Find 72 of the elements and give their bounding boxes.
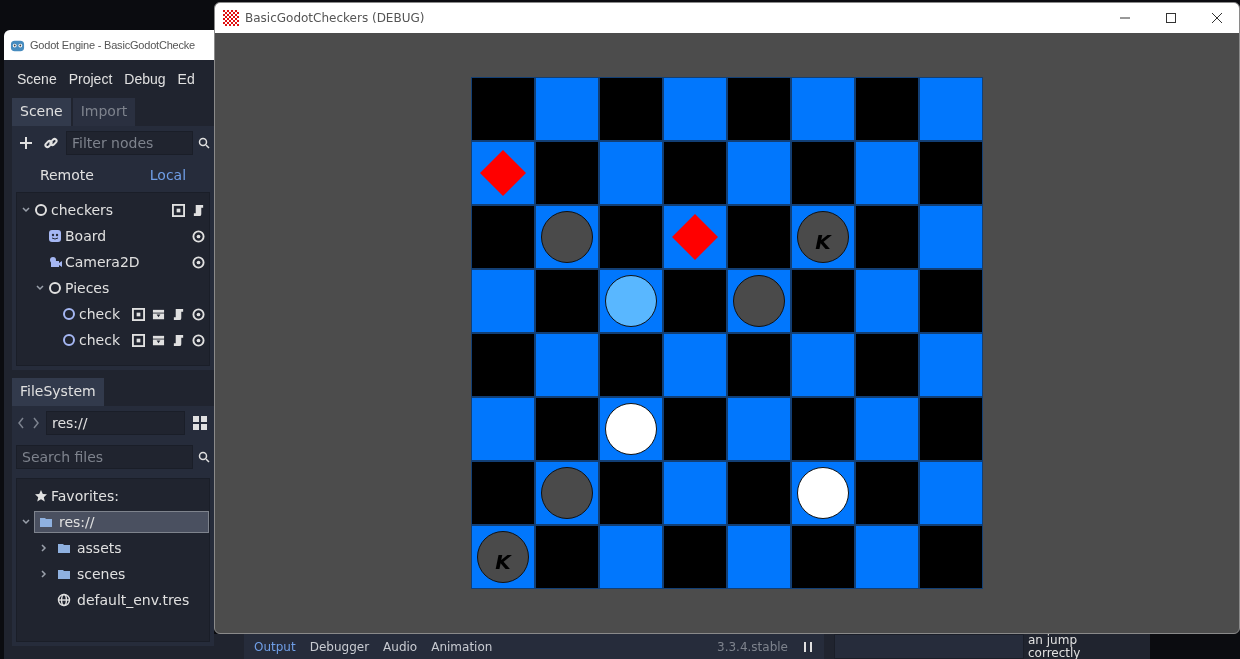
camera-icon xyxy=(48,255,62,269)
script-icon[interactable] xyxy=(172,333,185,347)
grid-view-icon[interactable] xyxy=(192,415,208,431)
menu-item[interactable]: Scene xyxy=(12,67,62,91)
close-icon[interactable] xyxy=(1211,12,1223,24)
node-icon xyxy=(62,333,76,347)
window-title: BasicGodotCheckers (DEBUG) xyxy=(245,11,425,25)
bottom-tab[interactable]: Debugger xyxy=(309,639,370,654)
eye-icon[interactable] xyxy=(192,333,205,347)
clapper-icon[interactable] xyxy=(152,333,165,347)
code-line: correctly xyxy=(1028,646,1081,659)
tilemap-icon xyxy=(48,229,62,243)
script-icon[interactable] xyxy=(172,307,185,321)
folder-icon xyxy=(57,541,71,555)
forward-icon[interactable] xyxy=(31,415,41,431)
group-icon[interactable] xyxy=(132,333,145,347)
eye-icon[interactable] xyxy=(192,307,205,321)
search-field[interactable]: Search files xyxy=(16,445,193,469)
chevron-right-icon[interactable] xyxy=(39,543,49,553)
code-line: an jump xyxy=(1028,634,1078,647)
checkerboard-icon xyxy=(223,10,239,26)
globe-icon xyxy=(57,593,71,607)
link-icon[interactable] xyxy=(43,135,59,151)
clapper-icon[interactable] xyxy=(152,307,165,321)
star-icon xyxy=(34,489,48,503)
group-icon[interactable] xyxy=(172,203,185,217)
window-title: Godot Engine - BasicGodotChecke xyxy=(30,39,195,51)
tree-item[interactable]: check xyxy=(79,332,120,348)
node-icon xyxy=(34,203,48,217)
file-item[interactable]: scenes xyxy=(52,563,209,585)
file-item[interactable]: default_env.tres xyxy=(52,589,209,611)
node-icon xyxy=(48,281,62,295)
menu-item[interactable]: Project xyxy=(63,67,118,91)
path-field[interactable]: res:// xyxy=(46,411,185,435)
bottom-tab[interactable]: Animation xyxy=(431,639,493,654)
version-label: 3.3.4.stable xyxy=(717,639,788,654)
search-icon[interactable] xyxy=(198,137,210,149)
folder-icon xyxy=(39,515,53,529)
back-icon[interactable] xyxy=(16,415,26,431)
eye-icon[interactable] xyxy=(192,229,205,243)
tree-item[interactable]: Pieces xyxy=(65,280,110,296)
group-icon[interactable] xyxy=(132,307,145,321)
tree-item[interactable]: Camera2D xyxy=(65,254,140,270)
tree-item[interactable]: check xyxy=(79,306,120,322)
add-icon[interactable] xyxy=(18,135,34,151)
tree-item[interactable]: checkers xyxy=(51,202,114,218)
file-item[interactable]: assets xyxy=(52,537,209,559)
dock-tab[interactable]: FileSystem xyxy=(12,378,104,406)
maximize-icon[interactable] xyxy=(1165,12,1177,24)
dock-tab[interactable]: Scene xyxy=(12,98,71,126)
bottom-tab[interactable]: Output xyxy=(254,639,296,654)
menu-item[interactable]: Ed xyxy=(172,67,200,91)
chevron-right-icon[interactable] xyxy=(39,569,49,579)
bottom-tab[interactable]: Audio xyxy=(383,639,418,654)
mode-toggle[interactable]: Remote xyxy=(39,167,94,183)
move-marker[interactable] xyxy=(480,150,526,196)
chevron-down-icon[interactable] xyxy=(35,283,45,293)
search-icon[interactable] xyxy=(198,451,210,463)
menu-item[interactable]: Debug xyxy=(119,67,171,91)
move-marker[interactable] xyxy=(672,214,718,260)
file-item[interactable]: res:// xyxy=(34,511,209,533)
mode-toggle[interactable]: Local xyxy=(149,167,187,183)
chevron-down-icon[interactable] xyxy=(21,517,31,527)
eye-icon[interactable] xyxy=(192,255,205,269)
favorites-label[interactable]: Favorites: xyxy=(51,488,119,504)
script-icon[interactable] xyxy=(192,203,205,217)
folder-icon xyxy=(57,567,71,581)
tree-item[interactable]: Board xyxy=(65,228,107,244)
node-icon xyxy=(62,307,76,321)
filter-field[interactable]: Filter nodes xyxy=(66,131,193,155)
pin-icon[interactable] xyxy=(802,640,814,653)
chevron-down-icon[interactable] xyxy=(21,205,31,215)
